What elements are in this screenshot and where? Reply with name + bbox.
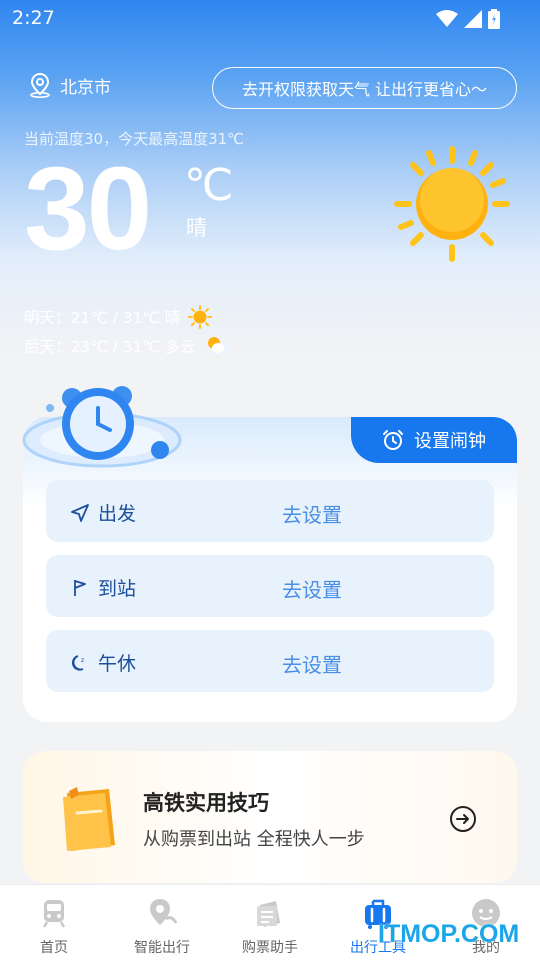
location-label: 北京市 — [60, 77, 111, 98]
alarm-row-label: 到站 — [70, 574, 136, 601]
tab-label: 智能出行 — [134, 940, 190, 956]
tips-subtitle: 从购票到出站 全程快人一步 — [143, 829, 365, 850]
notebook-icon — [63, 787, 115, 851]
tab-label: 首页 — [40, 940, 68, 956]
weather-condition: 晴 — [186, 216, 207, 240]
status-icons — [436, 9, 500, 29]
tab-smart-travel[interactable]: 智能出行 — [108, 885, 216, 960]
sun-icon — [394, 146, 510, 262]
alarm-row-action[interactable]: 去设置 — [282, 499, 342, 528]
cellular-signal-icon — [464, 10, 482, 28]
tips-card[interactable]: 高铁实用技巧 从购票到出站 全程快人一步 — [23, 751, 517, 883]
alarm-row-label: z 午休 — [70, 649, 136, 676]
status-time: 2:27 — [12, 7, 55, 29]
flag-icon — [74, 579, 86, 596]
alarm-row-label: 出发 — [70, 499, 136, 526]
alarm-row-action[interactable]: 去设置 — [282, 574, 342, 603]
forecast-tomorrow-text: 明天：21℃ / 31℃ 晴 — [24, 309, 181, 327]
alarm-clock-icon — [383, 430, 403, 450]
partly-cloudy-icon — [207, 337, 231, 356]
permission-button[interactable]: 去开权限获取天气 让出行更省心〜 — [212, 67, 517, 109]
current-temperature: 30 — [24, 143, 152, 275]
sun-small-icon — [188, 305, 213, 329]
watermark: ITMOP.COM — [378, 920, 520, 948]
tips-title: 高铁实用技巧 — [143, 791, 269, 815]
forecast-tomorrow: 明天：21℃ / 31℃ 晴 — [24, 305, 213, 329]
battery-icon — [488, 9, 500, 29]
map-pin-icon — [150, 899, 178, 925]
alarm-row-label-text: 到站 — [98, 578, 137, 600]
location-selector[interactable]: 北京市 — [28, 72, 111, 98]
wifi-icon — [436, 10, 458, 27]
alarm-row-label-text: 午休 — [98, 653, 137, 675]
arrow-right-circle-icon[interactable] — [449, 805, 477, 833]
alarm-clock-illustration-icon — [22, 386, 182, 468]
alarm-row-departure[interactable]: 出发 去设置 — [46, 480, 494, 542]
navigation-arrow-icon — [71, 503, 89, 522]
alarm-row-action[interactable]: 去设置 — [282, 649, 342, 678]
alarm-row-nap[interactable]: z 午休 去设置 — [46, 630, 494, 692]
forecast-day-after: 后天：23℃ / 31℃ 多云 — [24, 334, 232, 358]
svg-text:z: z — [81, 657, 84, 664]
ticket-icon — [257, 901, 280, 927]
tab-ticket-assistant[interactable]: 购票助手 — [216, 885, 324, 960]
tab-home[interactable]: 首页 — [0, 885, 108, 960]
temperature-unit: ℃ — [184, 160, 234, 211]
forecast-day-after-text: 后天：23℃ / 31℃ 多云 — [24, 338, 196, 356]
alarm-row-arrival[interactable]: 到站 去设置 — [46, 555, 494, 617]
alarm-row-label-text: 出发 — [98, 503, 137, 525]
moon-icon: z — [71, 654, 84, 671]
train-icon — [42, 900, 66, 928]
set-alarm-label: 设置闹钟 — [414, 431, 486, 452]
set-alarm-tab[interactable]: 设置闹钟 — [351, 417, 517, 463]
tab-label: 购票助手 — [242, 940, 298, 956]
location-pin-icon — [30, 72, 50, 98]
status-bar: 2:27 — [0, 0, 540, 36]
